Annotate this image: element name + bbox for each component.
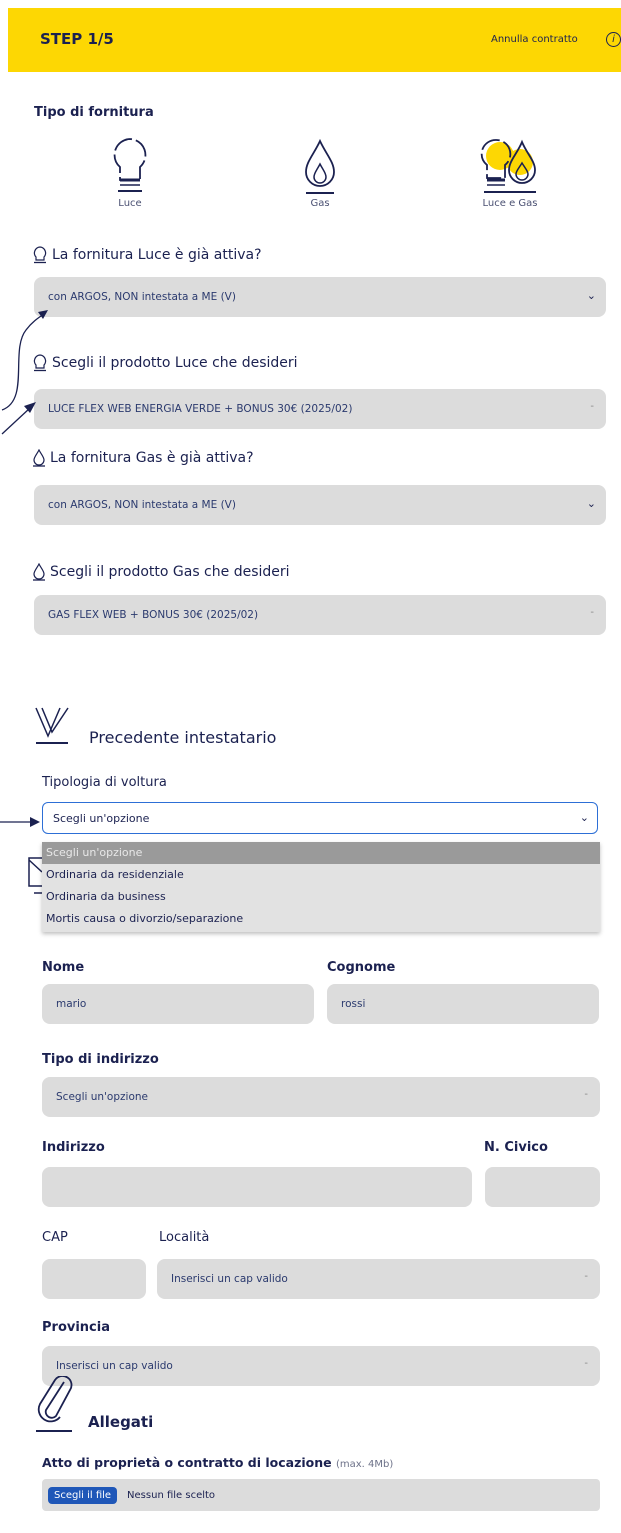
voltura-label: Tipologia di voltura [42,775,167,790]
dropdown-indicator-icon: - [584,1271,588,1282]
gas-attiva-value: con ARGOS, NON intestata a ME (V) [48,499,236,511]
fornitura-label-luce-gas: Luce e Gas [482,198,538,209]
provincia-value: Inserisci un cap valido [56,1360,173,1372]
voltura-select[interactable]: Scegli un'opzione ⌄ [42,802,598,834]
atto-label-text: Atto di proprietà o contratto di locazio… [42,1455,332,1470]
fornitura-label-gas: Gas [310,198,330,209]
header-bar: STEP 1/5 Annulla contratto i [8,8,621,72]
annotation-arrow-diagonal [1,402,36,435]
dropdown-indicator-icon: - [590,607,594,618]
bulb-icon [113,138,147,192]
cap-label: CAP [42,1230,68,1245]
civico-input[interactable] [485,1167,600,1207]
luce-attiva-question: La fornitura Luce è già attiva? [32,246,262,264]
dropdown-indicator-icon: - [590,401,594,412]
gas-attiva-question: La fornitura Gas è già attiva? [32,449,254,467]
flame-icon [305,138,335,194]
nome-label: Nome [42,960,85,975]
localita-select[interactable]: Inserisci un cap valido - [157,1259,600,1299]
luce-prodotto-label: Scegli il prodotto Luce che desideri [52,355,298,371]
gas-attiva-select[interactable]: con ARGOS, NON intestata a ME (V) ⌄ [34,485,606,525]
annotation-arrow-horizontal [0,817,40,827]
file-input[interactable]: Scegli il file Nessun file scelto [42,1479,600,1511]
gas-prodotto-question: Scegli il prodotto Gas che desideri [32,563,290,581]
indirizzo-label: Indirizzo [42,1140,105,1155]
luce-prodotto-value: LUCE FLEX WEB ENERGIA VERDE + BONUS 30€ … [48,403,353,415]
cancel-contract-link[interactable]: Annulla contratto [491,34,578,45]
cap-input[interactable] [42,1259,146,1299]
cognome-input[interactable]: rossi [327,984,599,1024]
atto-hint: (max. 4Mb) [335,1459,394,1470]
fornitura-label-luce: Luce [118,198,142,209]
chevron-down-icon: ⌄ [579,811,589,824]
civico-label: N. Civico [484,1140,548,1155]
localita-value: Inserisci un cap valido [171,1273,288,1285]
fornitura-option-gas[interactable]: Gas [290,138,350,209]
step-indicator: STEP 1/5 [40,30,114,48]
bulb-small-icon [33,246,47,264]
luce-attiva-value: con ARGOS, NON intestata a ME (V) [48,291,236,303]
paperclip-icon [36,1376,73,1432]
nome-input[interactable]: mario [42,984,314,1024]
gas-prodotto-label: Scegli il prodotto Gas che desideri [50,564,290,580]
flame-small-icon [33,449,45,467]
file-status: Nessun file scelto [127,1489,216,1501]
allegati-title: Allegati [88,1413,154,1431]
tipo-indirizzo-select[interactable]: Scegli un'opzione - [42,1077,600,1117]
voltura-option[interactable]: Ordinaria da residenziale [42,864,600,886]
tipo-indirizzo-label: Tipo di indirizzo [42,1052,159,1067]
gas-prodotto-select[interactable]: GAS FLEX WEB + BONUS 30€ (2025/02) - [34,595,606,635]
luce-prodotto-question: Scegli il prodotto Luce che desideri [32,354,298,372]
provincia-select[interactable]: Inserisci un cap valido - [42,1346,600,1386]
fornitura-option-luce[interactable]: Luce [100,136,160,209]
luce-attiva-select[interactable]: con ARGOS, NON intestata a ME (V) ⌄ [34,277,606,317]
voltura-dropdown-list: Scegli un'opzione Ordinaria da residenzi… [42,842,600,932]
bulb-flame-icon [480,139,536,193]
atto-label: Atto di proprietà o contratto di locazio… [42,1455,393,1470]
cognome-label: Cognome [327,960,396,975]
voltura-icon [35,707,69,744]
voltura-option[interactable]: Mortis causa o divorzio/separazione [42,908,600,930]
gas-prodotto-value: GAS FLEX WEB + BONUS 30€ (2025/02) [48,609,259,621]
fornitura-title: Tipo di fornitura [34,105,154,120]
chevron-down-icon: ⌄ [586,289,596,302]
luce-attiva-label: La fornitura Luce è già attiva? [52,247,262,263]
cognome-value: rossi [341,998,366,1010]
voltura-option[interactable]: Scegli un'opzione [42,842,600,864]
voltura-value: Scegli un'opzione [53,811,150,825]
gas-attiva-label: La fornitura Gas è già attiva? [50,450,254,466]
info-icon[interactable]: i [606,32,621,47]
choose-file-button[interactable]: Scegli il file [48,1486,118,1504]
dropdown-indicator-icon: - [584,1089,588,1100]
nome-value: mario [56,998,87,1010]
voltura-option[interactable]: Ordinaria da business [42,886,600,908]
provincia-label: Provincia [42,1320,110,1335]
precedente-title: Precedente intestatario [89,728,277,747]
dropdown-indicator-icon: - [584,1358,588,1369]
luce-prodotto-select[interactable]: LUCE FLEX WEB ENERGIA VERDE + BONUS 30€ … [34,389,606,429]
fornitura-option-luce-gas[interactable]: Luce e Gas [470,136,550,209]
flame-small-icon [33,563,45,581]
tipo-indirizzo-value: Scegli un'opzione [56,1091,148,1103]
localita-label: Località [159,1230,210,1245]
indirizzo-input[interactable] [42,1167,472,1207]
chevron-down-icon: ⌄ [586,497,596,510]
